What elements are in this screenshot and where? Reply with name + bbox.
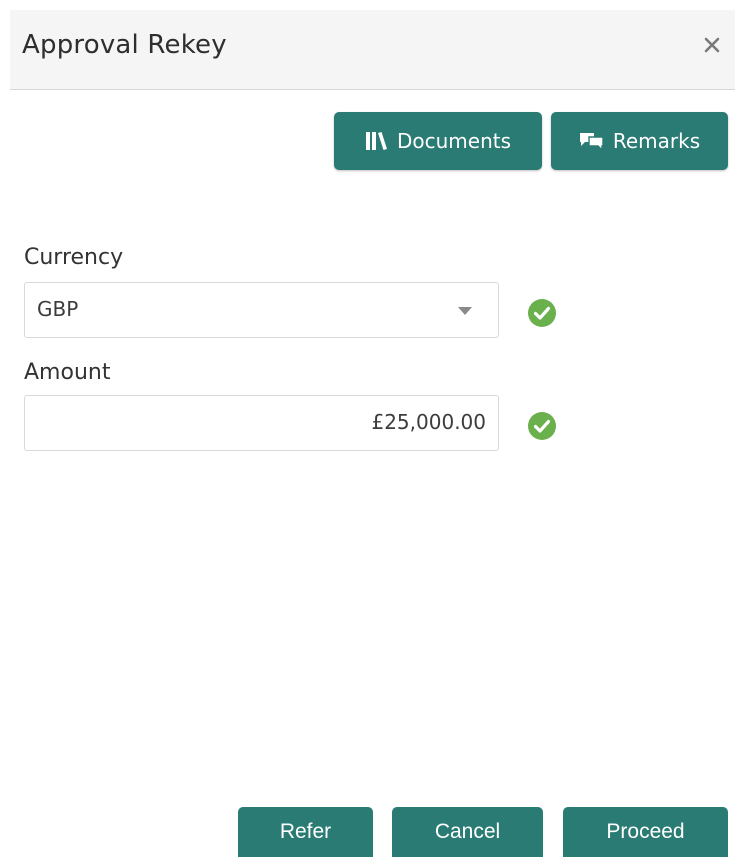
remarks-button[interactable]: Remarks — [551, 112, 728, 170]
check-circle-icon — [528, 299, 556, 327]
currency-select[interactable]: GBP — [24, 282, 499, 338]
chat-bubbles-icon — [579, 131, 605, 151]
currency-label: Currency — [24, 245, 124, 270]
close-icon — [704, 37, 720, 53]
chevron-down-icon — [458, 307, 472, 315]
cancel-button[interactable]: Cancel — [392, 807, 543, 857]
dialog-title: Approval Rekey — [22, 30, 227, 60]
documents-button-label: Documents — [396, 129, 512, 153]
currency-selected-value: GBP — [37, 297, 79, 321]
remarks-button-label: Remarks — [612, 129, 701, 153]
amount-label: Amount — [24, 360, 111, 385]
library-icon — [365, 131, 389, 151]
dialog-header: Approval Rekey — [10, 10, 735, 90]
check-circle-icon — [528, 412, 556, 440]
amount-input[interactable]: £25,000.00 — [24, 395, 499, 451]
documents-button[interactable]: Documents — [334, 112, 542, 170]
amount-value: £25,000.00 — [371, 410, 486, 434]
refer-button[interactable]: Refer — [238, 807, 373, 857]
proceed-button[interactable]: Proceed — [563, 807, 728, 857]
close-button[interactable] — [699, 32, 725, 58]
